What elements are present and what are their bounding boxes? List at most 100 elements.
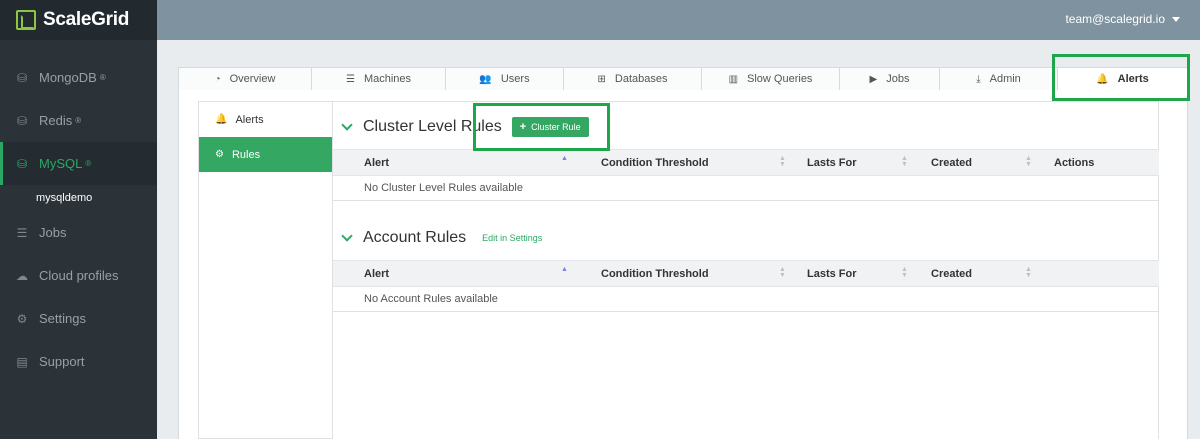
section-title: Cluster Level Rules — [363, 118, 502, 135]
sidebar-item-redis[interactable]: ⛁ Redis ® — [0, 99, 157, 142]
sidebar-nav: ⛁ MongoDB ® ⛁ Redis ® ⛁ MySQL ® mysqldemo ☰… — [0, 56, 157, 383]
subnav-label: Rules — [231, 148, 261, 161]
caret-down-icon — [1172, 16, 1180, 22]
rules-content: Cluster Level Rules + Cluster Rule Alert… — [333, 101, 1159, 439]
sidebar-subitem-mysqldemo[interactable]: mysqldemo — [0, 185, 157, 211]
play-icon: ▶ — [869, 73, 878, 85]
sort-asc-icon[interactable]: ▲ — [561, 266, 568, 273]
sidebar-item-settings[interactable]: ⚙ Settings — [0, 297, 157, 340]
tab-label: Databases — [614, 73, 668, 85]
column-header-created[interactable]: Created — [931, 268, 972, 280]
column-header-condition-threshold[interactable]: Condition Threshold — [601, 268, 709, 280]
registered-mark: ® — [85, 159, 92, 168]
cluster-rules-table: Alert ▲ Condition Threshold ▲ ▼ Lasts For… — [333, 149, 1159, 201]
tab-databases[interactable]: ⊞ Databases — [564, 67, 702, 91]
top-bar: team@scalegrid.io — [157, 0, 1200, 40]
chevron-down-icon[interactable] — [341, 119, 353, 131]
sort-icon[interactable]: ▲ ▼ — [779, 155, 786, 168]
tab-jobs[interactable]: ▶ Jobs — [840, 67, 940, 91]
subnav-item-alerts[interactable]: 🔔 Alerts — [199, 102, 332, 137]
list-icon: ☰ — [16, 225, 28, 240]
sort-icon[interactable]: ▲ ▼ — [1025, 266, 1032, 279]
sidebar-item-jobs[interactable]: ☰ Jobs — [0, 211, 157, 254]
sidebar-item-mysql[interactable]: ⛁ MySQL ® — [0, 142, 157, 185]
table-header: Alert ▲ Condition Threshold ▲ ▼ Lasts For… — [333, 260, 1159, 287]
account-rules-header: Account Rules Edit in Settings — [341, 229, 542, 247]
column-header-lasts-for[interactable]: Lasts For — [807, 157, 857, 169]
button-label: Cluster Rule — [531, 122, 581, 132]
column-header-alert[interactable]: Alert — [364, 157, 389, 169]
sidebar-item-label: MongoDB — [39, 70, 97, 85]
scalegrid-logo-icon — [16, 10, 36, 30]
user-menu[interactable]: team@scalegrid.io — [1065, 12, 1180, 26]
sidebar-item-mongodb[interactable]: ⛁ MongoDB ® — [0, 56, 157, 99]
sort-icon[interactable]: ▲ ▼ — [1025, 155, 1032, 168]
tab-slow-queries[interactable]: ▥ Slow Queries — [702, 67, 840, 91]
tab-label: Alerts — [1117, 73, 1149, 85]
add-cluster-rule-button[interactable]: + Cluster Rule — [511, 117, 589, 137]
book-icon: ▤ — [16, 354, 28, 369]
sidebar-item-label: Settings — [39, 311, 86, 326]
sort-icon[interactable]: ▲ ▼ — [779, 266, 786, 279]
sidebar-item-label: Cloud profiles — [39, 268, 119, 283]
sidebar-item-support[interactable]: ▤ Support — [0, 340, 157, 383]
subnav-label: Alerts — [235, 113, 264, 126]
cogs-icon: ⚙ — [215, 149, 224, 160]
cogs-icon: ⚙ — [16, 311, 28, 326]
column-header-alert[interactable]: Alert — [364, 268, 389, 280]
sitemap-icon: ⊞ — [597, 73, 606, 85]
column-header-actions: Actions — [1054, 157, 1095, 169]
alerts-subnav: 🔔 Alerts ⚙ Rules — [198, 101, 333, 439]
server-icon: ☰ — [345, 73, 355, 85]
column-header-created[interactable]: Created — [931, 157, 972, 169]
bell-icon: 🔔 — [215, 114, 228, 125]
column-header-condition-threshold[interactable]: Condition Threshold — [601, 157, 709, 169]
sidebar-item-label: MySQL — [39, 156, 83, 171]
sort-icon[interactable]: ▲ ▼ — [901, 266, 908, 279]
empty-row: No Cluster Level Rules available — [364, 182, 523, 194]
users-icon: 👥 — [479, 73, 492, 85]
dashboard-icon: ◔ — [214, 73, 221, 85]
sort-icon[interactable]: ▲ ▼ — [901, 155, 908, 168]
section-title: Account Rules — [363, 229, 467, 246]
tab-label: Users — [500, 73, 530, 85]
tab-users[interactable]: 👥 Users — [446, 67, 564, 91]
plus-icon: + — [519, 121, 527, 133]
user-email: team@scalegrid.io — [1065, 12, 1165, 26]
tab-label: Machines — [363, 73, 412, 85]
tab-overview[interactable]: ◔ Overview — [178, 67, 312, 91]
cluster-rules-header: Cluster Level Rules + Cluster Rule — [341, 117, 589, 137]
column-header-lasts-for[interactable]: Lasts For — [807, 268, 857, 280]
database-icon: ⛁ — [16, 113, 28, 128]
sidebar-item-label: Redis — [39, 113, 73, 128]
bell-icon: 🔔 — [1096, 73, 1109, 85]
tab-label: Jobs — [886, 73, 910, 85]
download-icon: ⤓ — [976, 73, 981, 85]
table-header: Alert ▲ Condition Threshold ▲ ▼ Lasts For… — [333, 149, 1159, 176]
sidebar-item-label: Support — [39, 354, 85, 369]
tab-admin[interactable]: ⤓ Admin — [940, 67, 1058, 91]
tab-machines[interactable]: ☰ Machines — [312, 67, 446, 91]
registered-mark: ® — [75, 116, 82, 125]
cloud-icon: ☁ — [16, 268, 28, 283]
subnav-item-rules[interactable]: ⚙ Rules — [199, 137, 332, 172]
account-rules-table: Alert ▲ Condition Threshold ▲ ▼ Lasts For… — [333, 260, 1159, 312]
sidebar-item-label: Jobs — [39, 225, 67, 240]
tab-alerts[interactable]: 🔔 Alerts — [1058, 67, 1188, 91]
chevron-down-icon[interactable] — [341, 230, 353, 242]
logo[interactable]: ScaleGrid — [0, 0, 157, 40]
edit-in-settings-link[interactable]: Edit in Settings — [482, 233, 542, 243]
database-icon: ⛁ — [16, 156, 28, 171]
sidebar: ScaleGrid ⛁ MongoDB ® ⛁ Redis ® ⛁ MySQL ® m… — [0, 0, 157, 439]
registered-mark: ® — [99, 73, 106, 82]
bar-chart-icon: ▥ — [728, 73, 739, 85]
sidebar-item-cloud-profiles[interactable]: ☁ Cloud profiles — [0, 254, 157, 297]
empty-row: No Account Rules available — [364, 293, 498, 305]
tab-label: Overview — [229, 73, 276, 85]
database-icon: ⛁ — [16, 70, 28, 85]
tab-label: Admin — [989, 73, 1021, 85]
sort-asc-icon[interactable]: ▲ — [561, 155, 568, 162]
logo-text: ScaleGrid — [43, 9, 130, 30]
cluster-tabs: ◔ Overview ☰ Machines 👥 Users ⊞ Database… — [178, 67, 1188, 91]
tab-label: Slow Queries — [747, 73, 813, 85]
